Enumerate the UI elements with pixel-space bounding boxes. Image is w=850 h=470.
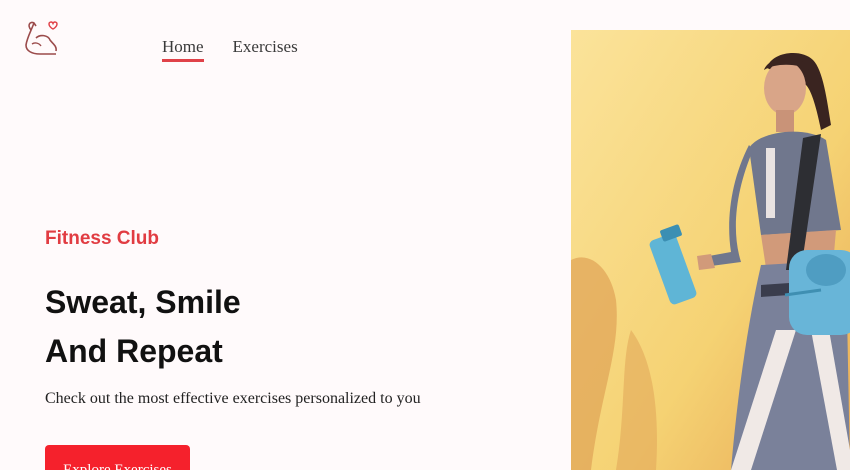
- nav-home-link[interactable]: Home: [162, 37, 204, 62]
- hero-description: Check out the most effective exercises p…: [45, 390, 421, 407]
- nav-exercises-link[interactable]: Exercises: [233, 37, 298, 62]
- explore-exercises-button[interactable]: Explore Exercises: [45, 445, 190, 470]
- hero-subtitle: Fitness Club: [45, 228, 160, 249]
- main-nav: Home Exercises: [162, 37, 298, 62]
- hero-title-line-1: Sweat, Smile: [45, 284, 241, 320]
- hero-banner-image: [571, 30, 850, 470]
- logo-icon[interactable]: [22, 18, 60, 58]
- hero-title: Sweat, Smile And Repeat: [45, 278, 241, 376]
- hero-title-line-2: And Repeat: [45, 333, 223, 369]
